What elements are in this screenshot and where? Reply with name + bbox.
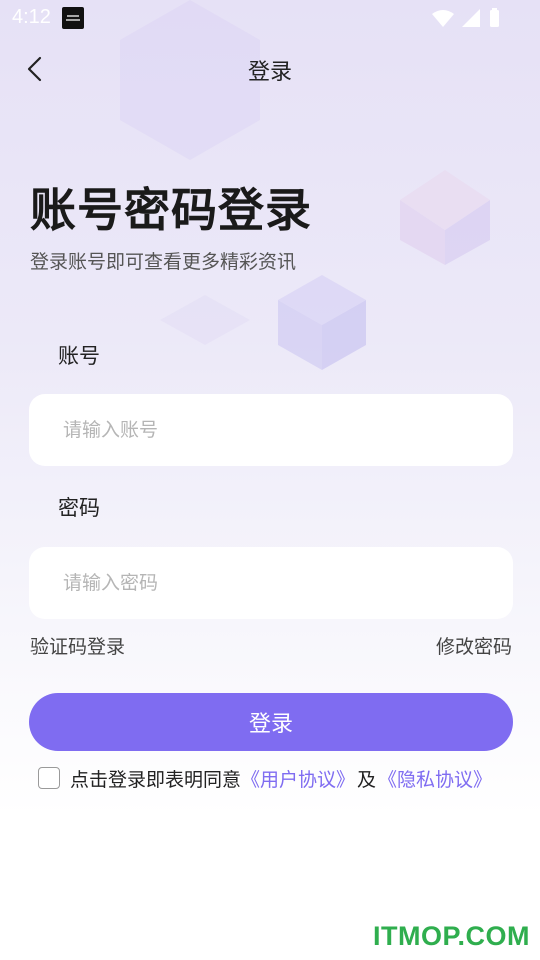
account-label: 账号 (58, 344, 100, 368)
login-button[interactable]: 登录 (29, 693, 513, 751)
agreement-row: 点击登录即表明同意 《用户协议》 及 《隐私协议》 (38, 764, 492, 792)
watermark: ITMOP.COM (372, 921, 530, 951)
user-agreement-link[interactable]: 《用户协议》 (241, 765, 355, 792)
password-input[interactable] (29, 547, 513, 619)
change-password-link[interactable]: 修改密码 (436, 632, 512, 659)
status-icons (432, 8, 499, 27)
privacy-policy-link[interactable]: 《隐私协议》 (378, 765, 492, 792)
wifi-icon (432, 10, 454, 27)
navbar: 登录 (0, 40, 540, 98)
account-input[interactable] (29, 394, 513, 466)
notification-icon (62, 7, 84, 29)
battery-icon (490, 10, 499, 27)
signal-icon (462, 9, 480, 27)
agreement-text: 点击登录即表明同意 (70, 768, 242, 791)
agreement-checkbox[interactable] (38, 767, 60, 789)
page-title: 登录 (247, 60, 292, 85)
sms-login-link[interactable]: 验证码登录 (30, 632, 125, 659)
password-label: 密码 (58, 496, 100, 520)
login-heading: 账号密码登录 (30, 183, 312, 237)
login-subheading: 登录账号即可查看更多精彩资讯 (30, 251, 297, 273)
status-bar: 4:12 (0, 0, 540, 36)
status-time: 4:12 (12, 6, 51, 28)
agreement-conjunction: 及 (357, 768, 377, 791)
